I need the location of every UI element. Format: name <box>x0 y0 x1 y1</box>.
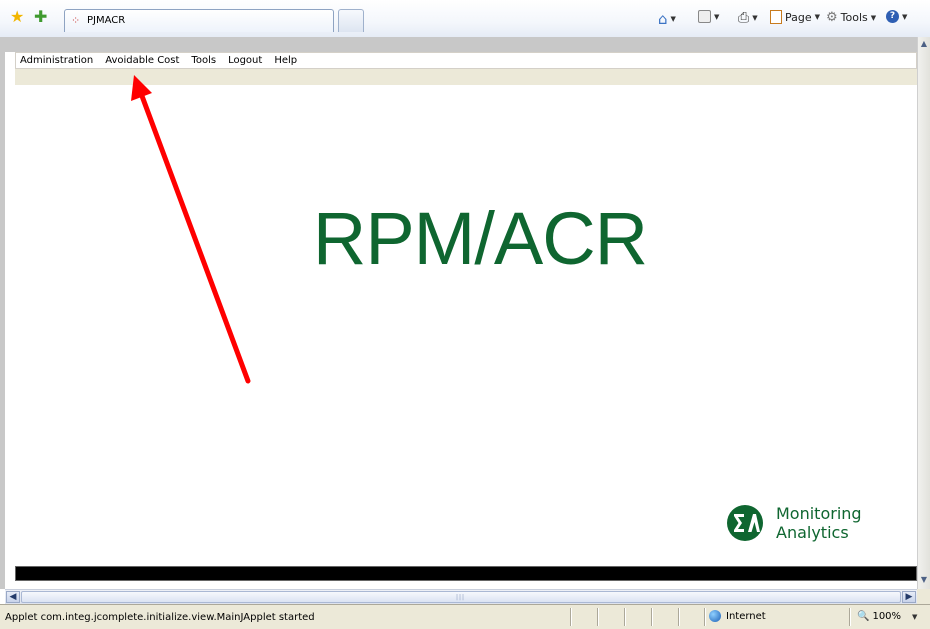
chevron-down-icon: ▼ <box>870 13 877 22</box>
home-button[interactable]: ⌂ ▼ <box>658 10 676 28</box>
toolbar-strip <box>15 69 917 85</box>
zone-label: Internet <box>726 610 766 622</box>
add-favorites-icon[interactable]: ✚ <box>34 9 47 25</box>
status-divider <box>570 608 572 626</box>
applet-status-bar <box>15 566 917 581</box>
scroll-right-icon[interactable]: ▶ <box>902 591 916 603</box>
chevron-down-icon: ▼ <box>902 12 908 21</box>
security-zone[interactable]: Internet <box>709 610 766 622</box>
zoom-magnifier-icon: 🔍 <box>857 611 870 622</box>
page-menu-button[interactable]: Page ▼ <box>770 10 820 24</box>
feeds-button[interactable]: ▼ <box>698 10 719 23</box>
scroll-up-icon[interactable]: ▲ <box>920 39 928 51</box>
feeds-icon <box>698 10 711 23</box>
home-icon: ⌂ <box>658 10 668 28</box>
menu-help[interactable]: Help <box>274 55 297 66</box>
new-tab-button[interactable] <box>338 9 364 32</box>
scrollbar-thumb[interactable]: ||| <box>21 591 901 603</box>
sigma-alpha-logo-icon <box>727 505 763 541</box>
zoom-level: 100% <box>872 611 902 622</box>
vertical-scrollbar[interactable]: ▲ ▼ <box>917 37 930 589</box>
horizontal-scrollbar[interactable]: ◀ ||| ▶ <box>5 589 917 604</box>
menu-logout[interactable]: Logout <box>228 55 262 66</box>
menu-administration[interactable]: Administration <box>20 55 93 66</box>
status-divider <box>849 608 851 626</box>
logo-line1: Monitoring <box>776 504 862 523</box>
applet-content <box>15 85 917 563</box>
status-message: Applet com.integ.jcomplete.initialize.vi… <box>5 612 315 623</box>
tools-menu-button[interactable]: ⚙ Tools ▼ <box>826 10 876 25</box>
applet-menu-bar: Administration Avoidable Cost Tools Logo… <box>15 52 917 69</box>
favorites-star-icon[interactable]: ★ <box>10 9 24 25</box>
logo-line2: Analytics <box>776 523 849 542</box>
menu-avoidable-cost[interactable]: Avoidable Cost <box>105 55 179 66</box>
browser-tab[interactable]: ⁘ PJMACR <box>64 9 334 32</box>
grip-icon: ||| <box>456 594 466 601</box>
frame-top-border <box>5 37 917 52</box>
chevron-down-icon: ▼ <box>814 13 821 21</box>
globe-icon <box>709 610 721 622</box>
print-icon: ⎙ <box>738 10 750 26</box>
chevron-down-icon: ▼ <box>752 14 758 22</box>
tools-gear-icon: ⚙ <box>826 10 838 25</box>
applet-left-margin <box>5 52 15 572</box>
chevron-down-icon: ▼ <box>714 12 720 21</box>
print-button[interactable]: ⎙ ▼ <box>738 10 758 26</box>
chevron-down-icon: ▼ <box>670 15 676 23</box>
status-divider <box>678 608 680 626</box>
app-title: RPM/ACR <box>312 197 648 280</box>
scroll-corner <box>917 589 930 604</box>
status-divider <box>597 608 599 626</box>
tab-title: PJMACR <box>87 15 126 26</box>
scroll-left-icon[interactable]: ◀ <box>6 591 20 603</box>
status-divider <box>704 608 706 626</box>
browser-command-bar: ★ ✚ ⁘ PJMACR ⌂ ▼ ▼ ⎙ ▼ Page ▼ ⚙ Tools ▼ ? ▼ <box>0 0 930 38</box>
scroll-down-icon[interactable]: ▼ <box>920 575 928 587</box>
tools-menu-label: Tools <box>840 11 868 24</box>
browser-status-bar: Applet com.integ.jcomplete.initialize.vi… <box>0 604 930 629</box>
status-divider <box>624 608 626 626</box>
page-menu-label: Page <box>785 10 812 24</box>
status-divider <box>651 608 653 626</box>
menu-tools[interactable]: Tools <box>191 55 216 66</box>
zoom-control[interactable]: 🔍 100% ▼ <box>857 611 917 622</box>
help-menu-button[interactable]: ? ▼ <box>886 10 907 23</box>
monitoring-analytics-logo: Monitoring Analytics <box>726 504 862 542</box>
page-icon <box>770 10 782 24</box>
chevron-down-icon: ▼ <box>912 612 918 621</box>
loading-spinner-icon: ⁘ <box>71 14 81 27</box>
help-icon: ? <box>886 10 899 23</box>
